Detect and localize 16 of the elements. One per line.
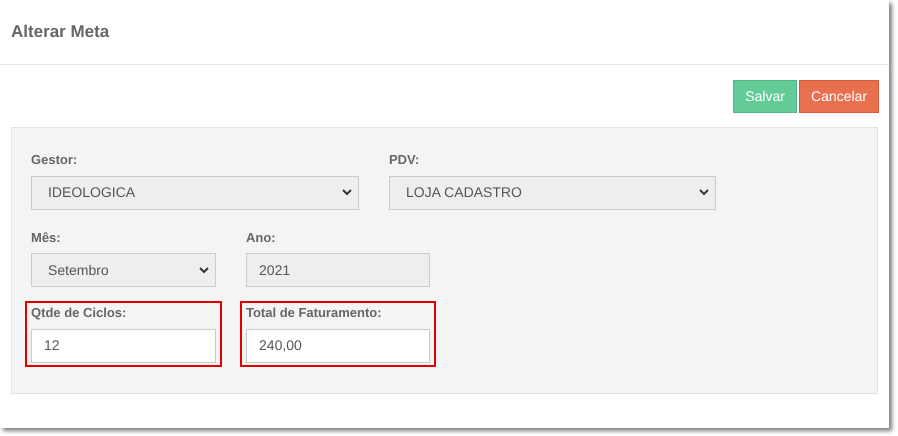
readonly-field: 2021 — [246, 253, 430, 287]
chevron-down-icon — [699, 189, 709, 196]
field-label: Total de Faturamento: — [246, 304, 383, 322]
select-field[interactable]: IDEOLOGICA — [31, 176, 359, 210]
input-field[interactable]: 240,00 — [246, 328, 430, 362]
field-label: Gestor: — [31, 151, 78, 169]
field-label: Qtde de Ciclos: — [31, 304, 128, 322]
select-field[interactable]: LOJA CADASTRO — [389, 176, 716, 210]
chevron-down-icon — [342, 189, 352, 196]
field-label: Mês: — [31, 228, 62, 246]
window-title: Alterar Meta — [11, 21, 110, 44]
field-label: PDV: — [389, 151, 420, 169]
field-label: Ano: — [246, 228, 277, 246]
chevron-down-icon — [199, 266, 209, 274]
input-field[interactable]: 12 — [31, 328, 216, 362]
select-field[interactable]: Setembro — [31, 253, 216, 287]
